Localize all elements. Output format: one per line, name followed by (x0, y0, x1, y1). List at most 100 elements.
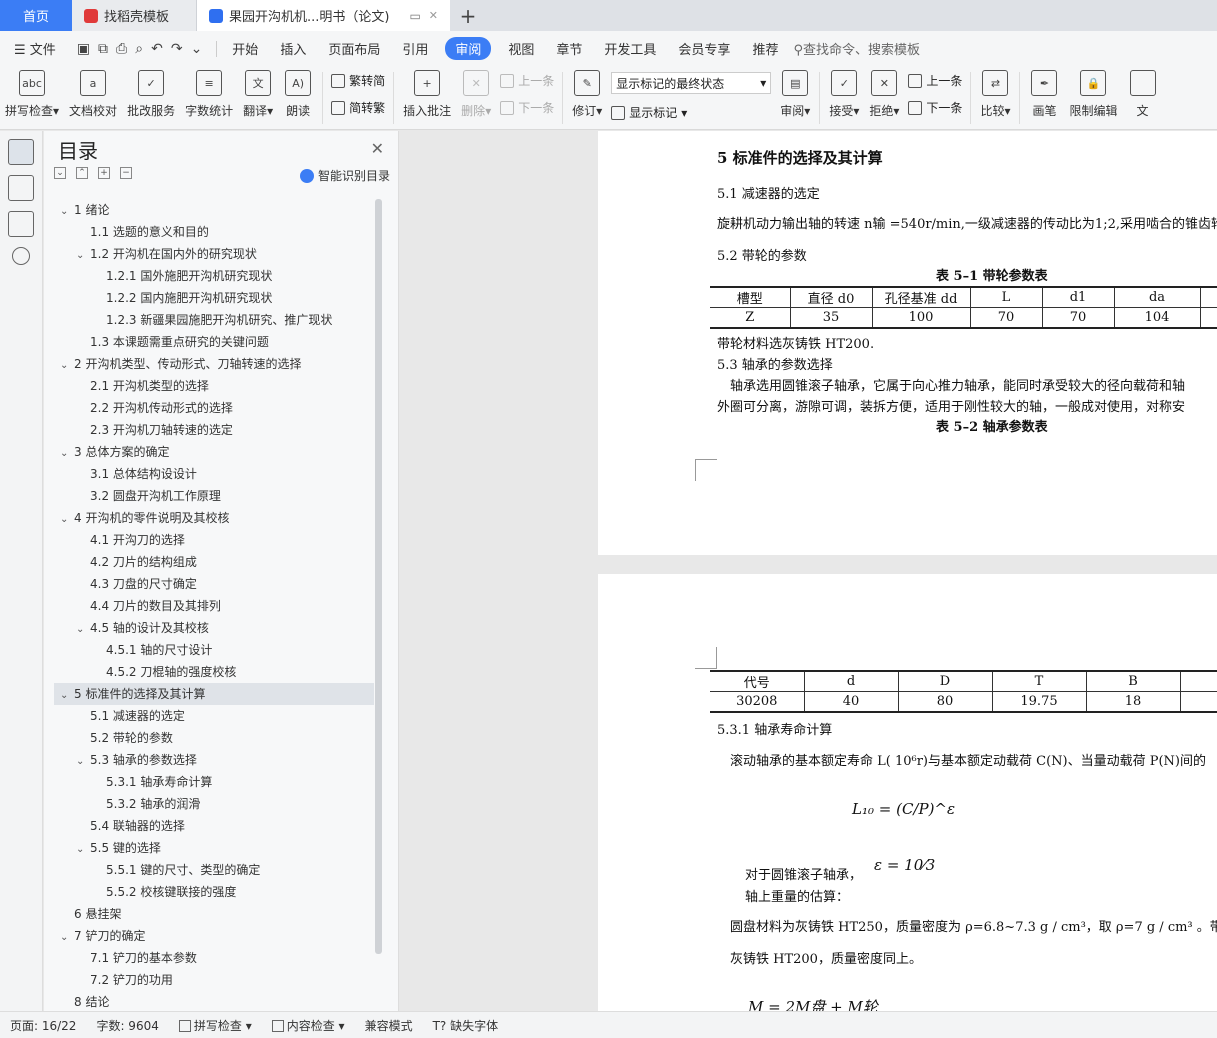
word-count-indicator[interactable]: 字数: 9604 (86, 1017, 168, 1034)
toc-item[interactable]: 2.2 开沟机传动形式的选择 (54, 397, 374, 419)
menu-recommend[interactable]: 推荐 (741, 39, 789, 58)
trad-to-simp-button[interactable]: 繁转简 (331, 72, 385, 89)
toc-item[interactable]: 1.3 本课题需重点研究的关键问题 (54, 331, 374, 353)
toc-item[interactable]: 4.1 开沟刀的选择 (54, 529, 374, 551)
doc-rights-button[interactable]: 文 (1123, 66, 1163, 119)
tab-document[interactable]: 果园开沟机机...明书（论文) ▭ ✕ (197, 0, 450, 31)
collapse-icon[interactable]: ⌄ (54, 167, 66, 179)
menu-section[interactable]: 章节 (545, 39, 593, 58)
add-level-icon[interactable]: + (98, 167, 110, 179)
tab-template[interactable]: 找稻壳模板 (72, 0, 197, 31)
toc-item[interactable]: 4.5.1 轴的尺寸设计 (54, 639, 374, 661)
toc-item[interactable]: 4.5.2 刀棍轴的强度校核 (54, 661, 374, 683)
next-comment-button[interactable]: 下一条 (500, 99, 554, 116)
toc-item[interactable]: ⌄ 5 标准件的选择及其计算 (54, 683, 374, 705)
toc-item[interactable]: 4.3 刀盘的尺寸确定 (54, 573, 374, 595)
compat-mode[interactable]: 兼容模式 (355, 1017, 423, 1034)
batch-service-button[interactable]: ✓ 批改服务 (122, 66, 180, 119)
revise-button[interactable]: ✎ 修订▾ (567, 66, 607, 119)
pen-button[interactable]: ✒ 画笔 (1024, 66, 1064, 119)
more-icon[interactable]: ⌄ (191, 41, 203, 57)
spell-check-status[interactable]: 拼写检查 ▾ (169, 1017, 262, 1034)
show-markup-button[interactable]: 显示标记 ▾ (611, 104, 771, 121)
toc-item[interactable]: 5.2 带轮的参数 (54, 727, 374, 749)
delete-comment-button[interactable]: ✕ 删除▾ (456, 66, 496, 119)
print-icon[interactable]: ⎙ (116, 41, 127, 57)
export-icon[interactable]: ⧉ (98, 41, 108, 57)
redo-icon[interactable]: ↷ (171, 41, 183, 57)
command-search[interactable]: ⚲查找命令、搜索模板 (793, 39, 920, 58)
toc-item[interactable]: ⌄ 1.2 开沟机在国内外的研究现状 (54, 243, 374, 265)
menu-review[interactable]: 审阅 (445, 37, 492, 60)
toc-item[interactable]: 5.3.2 轴承的润滑 (54, 793, 374, 815)
file-menu[interactable]: ☰ 文件 (0, 39, 67, 58)
undo-icon[interactable]: ↶ (151, 41, 163, 57)
toc-item[interactable]: 2.1 开沟机类型的选择 (54, 375, 374, 397)
toc-item[interactable]: 8 结论 (54, 991, 374, 1013)
chevron-down-icon[interactable]: ⌄ (76, 751, 90, 773)
review-pane-button[interactable]: ▤ 审阅▾ (775, 66, 815, 119)
chevron-down-icon[interactable]: ⌄ (60, 927, 74, 949)
toc-item[interactable]: ⌄ 4.5 轴的设计及其校核 (54, 617, 374, 639)
toc-item[interactable]: 5.4 联轴器的选择 (54, 815, 374, 837)
restrict-edit-button[interactable]: 🔒 限制编辑 (1064, 66, 1122, 119)
save-icon[interactable]: ▣ (77, 41, 90, 57)
toc-item[interactable]: 5.1 减速器的选定 (54, 705, 374, 727)
menu-insert[interactable]: 插入 (269, 39, 317, 58)
content-check-status[interactable]: 内容检查 ▾ (262, 1017, 355, 1034)
translate-button[interactable]: 文翻译▾ (238, 66, 278, 119)
toc-item[interactable]: ⌄ 3 总体方案的确定 (54, 441, 374, 463)
toc-item[interactable]: ⌄ 5.3 轴承的参数选择 (54, 749, 374, 771)
missing-font-status[interactable]: T? 缺失字体 (423, 1017, 509, 1034)
reject-button[interactable]: ✕ 拒绝▾ (864, 66, 904, 119)
toc-item[interactable]: ⌄ 1 绪论 (54, 199, 374, 221)
add-tab-button[interactable]: + (450, 0, 486, 31)
menu-layout[interactable]: 页面布局 (317, 39, 391, 58)
navigation-icon[interactable] (8, 175, 34, 201)
simp-to-trad-button[interactable]: 简转繁 (331, 99, 385, 116)
chevron-down-icon[interactable]: ⌄ (60, 443, 74, 465)
doc-proof-button[interactable]: a 文档校对 (64, 66, 122, 119)
spell-check-button[interactable]: abc 拼写检查▾ (0, 66, 64, 119)
chevron-down-icon[interactable]: ⌄ (76, 839, 90, 861)
toc-item[interactable]: 4.4 刀片的数目及其排列 (54, 595, 374, 617)
read-aloud-button[interactable]: A) 朗读 (278, 66, 318, 119)
tab-home[interactable]: 首页 (0, 0, 72, 31)
toc-item[interactable]: ⌄ 5.5 键的选择 (54, 837, 374, 859)
toc-item[interactable]: 4.2 刀片的结构组成 (54, 551, 374, 573)
chevron-down-icon[interactable]: ⌄ (60, 201, 74, 223)
remove-level-icon[interactable]: − (120, 167, 132, 179)
toc-item[interactable]: 5.3.1 轴承寿命计算 (54, 771, 374, 793)
toc-item[interactable]: ⌄ 2 开沟机类型、传动形式、刀轴转速的选择 (54, 353, 374, 375)
page-indicator[interactable]: 页面: 16/22 (0, 1017, 86, 1034)
toc-item[interactable]: 2.3 开沟机刀轴转速的选定 (54, 419, 374, 441)
accept-button[interactable]: ✓ 接受▾ (824, 66, 864, 119)
toc-item[interactable]: 1.1 选题的意义和目的 (54, 221, 374, 243)
toc-scrollbar[interactable] (375, 199, 382, 954)
expand-icon[interactable]: ⌃ (76, 167, 88, 179)
menu-member[interactable]: 会员专享 (667, 39, 741, 58)
menu-start[interactable]: 开始 (221, 39, 269, 58)
chevron-down-icon[interactable]: ⌄ (76, 619, 90, 641)
toc-item[interactable]: 1.2.3 新疆果园施肥开沟机研究、推广现状 (54, 309, 374, 331)
toc-item[interactable]: 1.2.1 国外施肥开沟机研究现状 (54, 265, 374, 287)
chevron-down-icon[interactable]: ⌄ (60, 685, 74, 707)
next-revision-button[interactable]: 下一条 (908, 99, 962, 116)
toc-item[interactable]: 6 悬挂架 (54, 903, 374, 925)
menu-view[interactable]: 视图 (497, 39, 545, 58)
insert-comment-button[interactable]: + 插入批注 (398, 66, 456, 119)
close-tab-icon[interactable]: ✕ (429, 9, 438, 22)
monitor-icon[interactable]: ▭ (409, 9, 420, 23)
toc-item[interactable]: 3.1 总体结构设设计 (54, 463, 374, 485)
toc-item[interactable]: 3.2 圆盘开沟机工作原理 (54, 485, 374, 507)
toc-item[interactable]: 7.1 铲刀的基本参数 (54, 947, 374, 969)
toc-item[interactable]: 5.5.1 键的尺寸、类型的确定 (54, 859, 374, 881)
smart-toc-button[interactable]: 智能识别目录 (299, 167, 390, 184)
toc-item[interactable]: 1.2.2 国内施肥开沟机研究现状 (54, 287, 374, 309)
chevron-down-icon[interactable]: ⌄ (60, 509, 74, 531)
prev-revision-button[interactable]: 上一条 (908, 72, 962, 89)
search-icon[interactable] (12, 247, 30, 265)
menu-devtools[interactable]: 开发工具 (593, 39, 667, 58)
prev-comment-button[interactable]: 上一条 (500, 72, 554, 89)
close-icon[interactable]: ✕ (371, 139, 384, 158)
